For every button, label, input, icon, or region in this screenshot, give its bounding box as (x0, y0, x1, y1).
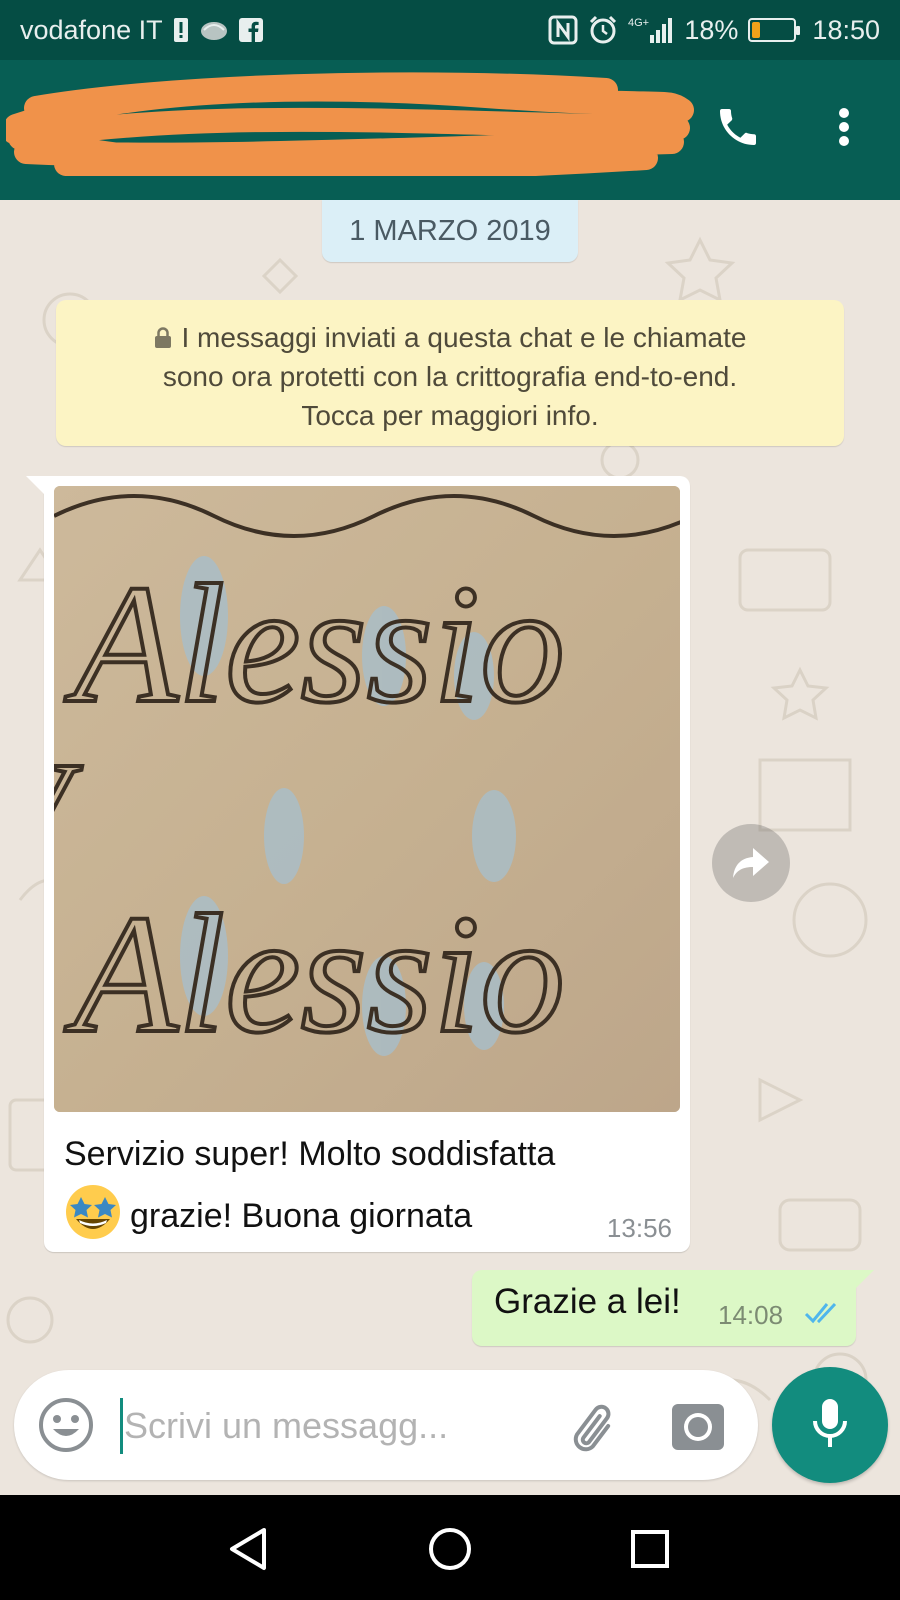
battery-icon (748, 18, 801, 42)
redacted-contact-scribble (6, 72, 694, 176)
clock: 18:50 (812, 14, 880, 45)
recents-square-icon (631, 1530, 669, 1568)
outgoing-message-text: Grazie a lei! (494, 1282, 681, 1321)
sim-alert-icon (173, 17, 189, 43)
voice-message-button[interactable] (772, 1367, 888, 1483)
text-cursor (120, 1398, 123, 1454)
encryption-notice[interactable]: I messaggi inviati a questa chat e le ch… (56, 300, 844, 446)
caption-line2: grazie! Buona giornata (130, 1197, 473, 1235)
chat-area[interactable]: 1 MARZO 2019 I messaggi inviati a questa… (0, 200, 900, 1495)
emoji-picker-icon[interactable] (38, 1397, 94, 1453)
carrier-label: vodafone IT (20, 14, 163, 45)
nfc-icon (548, 15, 578, 45)
date-divider: 1 MARZO 2019 (322, 200, 578, 262)
encryption-notice-line2: sono ora protetti con la crittografia en… (162, 361, 738, 392)
message-composer (14, 1370, 758, 1480)
outgoing-message[interactable]: Grazie a lei! 14:08 (472, 1270, 874, 1346)
app-notification-icon (199, 17, 229, 43)
laser-cut-name-photo: Alessio Alessio Alessio (54, 486, 680, 1112)
photo-name-text-2: Alessio (64, 880, 565, 1068)
caption-line1: Servizio super! Molto soddisfatta (64, 1135, 556, 1173)
camera-icon[interactable] (670, 1398, 726, 1454)
encryption-notice-line1: I messaggi inviati a questa chat e le ch… (181, 322, 747, 353)
outgoing-message-timestamp: 14:08 (718, 1300, 784, 1330)
message-photo[interactable]: Alessio Alessio Alessio (54, 486, 680, 1112)
more-vert-icon (839, 108, 849, 146)
message-caption: Servizio super! Molto soddisfatta grazie… (64, 1126, 674, 1245)
encryption-notice-line3: Tocca per maggiori info. (301, 400, 599, 431)
phone-icon (720, 109, 756, 145)
attach-paperclip-icon[interactable] (564, 1398, 624, 1454)
alarm-icon (588, 15, 618, 45)
forward-arrow-icon (733, 848, 769, 878)
message-input[interactable] (124, 1398, 544, 1454)
voice-call-button[interactable] (706, 95, 770, 159)
status-bar: vodafone IT 4G+ 18% 18:50 (0, 0, 900, 60)
microphone-icon (813, 1399, 847, 1447)
message-timestamp: 13:56 (606, 1213, 672, 1243)
nav-home-button[interactable] (420, 1519, 480, 1579)
home-circle-icon (429, 1528, 471, 1570)
nav-recents-button[interactable] (620, 1519, 680, 1579)
nav-back-button[interactable] (218, 1519, 278, 1579)
network-type-label: 4G+ (628, 17, 649, 29)
photo-name-text-1: Alessio (64, 550, 565, 738)
facebook-icon (238, 18, 263, 42)
back-triangle-icon (230, 1528, 266, 1570)
more-options-button[interactable] (812, 95, 876, 159)
forward-button[interactable] (712, 824, 790, 902)
system-navigation-bar (0, 1495, 900, 1600)
incoming-image-message[interactable]: Alessio Alessio Alessio Servizio super! … (26, 476, 690, 1252)
battery-percent: 18% (684, 14, 739, 45)
signal-icon: 4G+ (628, 15, 674, 45)
lock-icon (154, 327, 171, 348)
star-struck-emoji-icon (66, 1185, 120, 1239)
read-receipt-icon (804, 1302, 837, 1324)
